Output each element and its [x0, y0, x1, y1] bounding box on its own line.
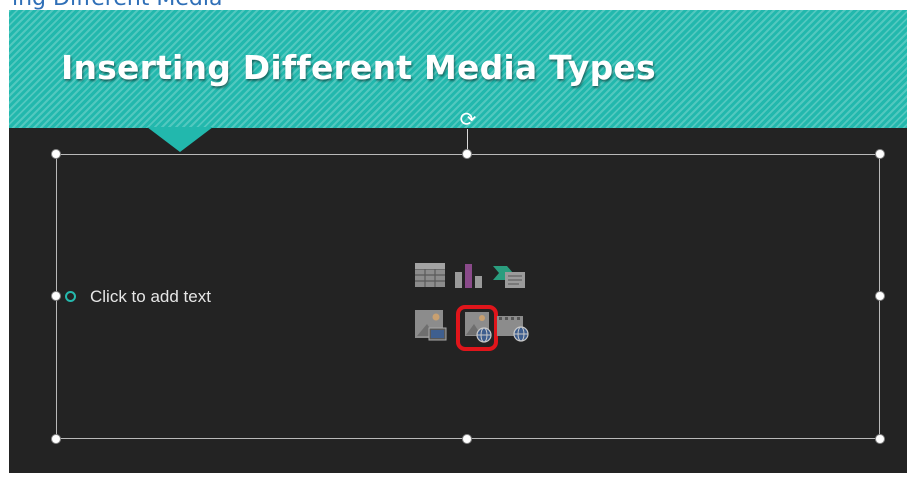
slide-canvas[interactable]: Inserting Different Media Types ⟳ Click …: [9, 10, 907, 473]
banner-notch: [147, 127, 213, 152]
resize-handle-top-right[interactable]: [875, 149, 885, 159]
resize-handle-top-left[interactable]: [51, 149, 61, 159]
insert-video-icon[interactable]: [497, 314, 531, 344]
placeholder-text[interactable]: Click to add text: [90, 287, 211, 307]
insert-chart-icon[interactable]: [453, 262, 485, 288]
insert-picture-icon[interactable]: [415, 310, 447, 342]
resize-handle-bottom-right[interactable]: [875, 434, 885, 444]
partial-header-text: ing Different Media: [12, 0, 223, 10]
bullet-icon: [65, 291, 76, 302]
insert-table-icon[interactable]: [415, 263, 445, 287]
insert-online-picture-icon[interactable]: [455, 304, 499, 352]
partial-header-text-strip: ing Different Media: [0, 0, 912, 10]
content-icon-group: [414, 262, 529, 351]
rotate-handle-icon[interactable]: ⟳: [458, 109, 478, 129]
resize-handle-middle-right[interactable]: [875, 291, 885, 301]
slide-title[interactable]: Inserting Different Media Types: [61, 48, 656, 87]
resize-handle-bottom-left[interactable]: [51, 434, 61, 444]
resize-handle-bottom-center[interactable]: [462, 434, 472, 444]
resize-handle-top-center[interactable]: [462, 149, 472, 159]
insert-smartart-icon[interactable]: [493, 264, 525, 288]
resize-handle-middle-left[interactable]: [51, 291, 61, 301]
